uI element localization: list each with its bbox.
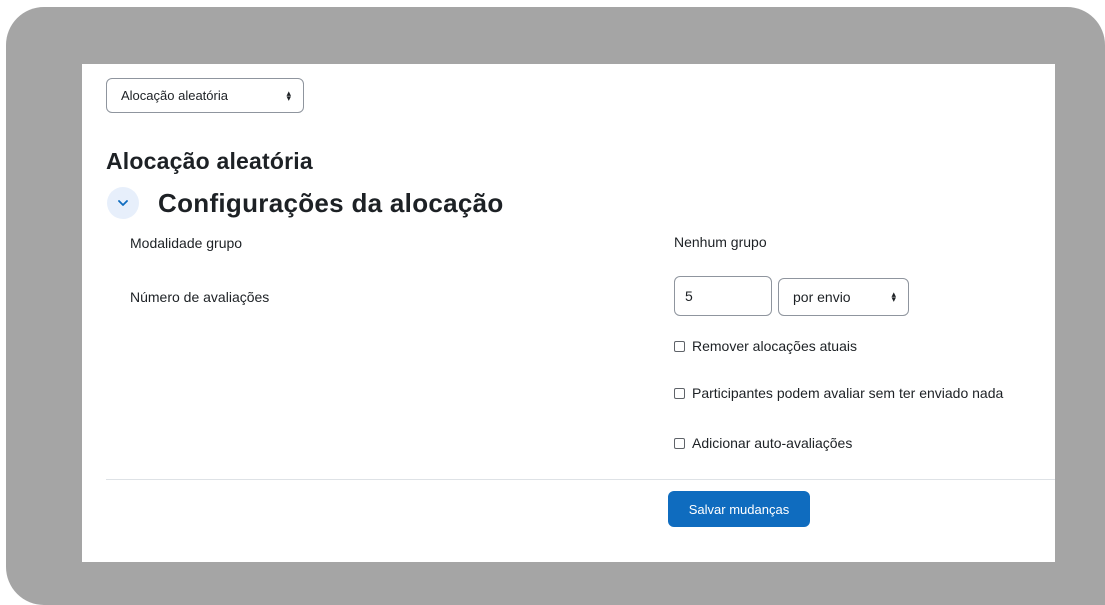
page-title: Alocação aleatória xyxy=(106,148,313,174)
reviews-per-select[interactable]: por envio ▴ ▾ xyxy=(778,278,909,316)
section-title: Configurações da alocação xyxy=(158,188,504,218)
reviews-per-select-value: por envio xyxy=(793,289,851,305)
section-collapse-toggle[interactable] xyxy=(107,187,139,219)
num-reviews-label: Número de avaliações xyxy=(130,289,270,305)
checkbox-box[interactable] xyxy=(674,340,685,352)
checkbox-label: Participantes podem avaliar sem ter envi… xyxy=(692,385,1004,401)
chevron-down-icon xyxy=(118,200,128,206)
outer-frame: Alocação aleatória ▴ ▾ Alocação aleatória… xyxy=(6,7,1105,605)
select-arrows-icon: ▴ ▾ xyxy=(286,87,291,103)
checkbox-label: Adicionar auto-avaliações xyxy=(692,435,853,451)
checkbox-assess-without-submission[interactable]: Participantes podem avaliar sem ter envi… xyxy=(674,385,1003,401)
checkbox-add-self-assessments[interactable]: Adicionar auto-avaliações xyxy=(674,435,852,451)
allocation-method-select[interactable]: Alocação aleatória ▴ ▾ xyxy=(106,78,304,113)
allocation-method-select-value: Alocação aleatória xyxy=(121,88,228,103)
checkbox-remove-current[interactable]: Remover alocações atuais xyxy=(674,338,857,354)
checkbox-box[interactable] xyxy=(674,437,685,449)
num-reviews-input[interactable] xyxy=(674,276,772,316)
save-changes-button[interactable]: Salvar mudanças xyxy=(668,491,810,527)
form-divider xyxy=(106,479,1055,480)
group-mode-label: Modalidade grupo xyxy=(130,235,243,251)
group-mode-value: Nenhum grupo xyxy=(674,234,767,250)
checkbox-label: Remover alocações atuais xyxy=(692,338,857,354)
content-panel: Alocação aleatória ▴ ▾ Alocação aleatória… xyxy=(82,64,1055,562)
select-arrows-icon: ▴ ▾ xyxy=(891,289,896,304)
checkbox-box[interactable] xyxy=(674,387,685,399)
